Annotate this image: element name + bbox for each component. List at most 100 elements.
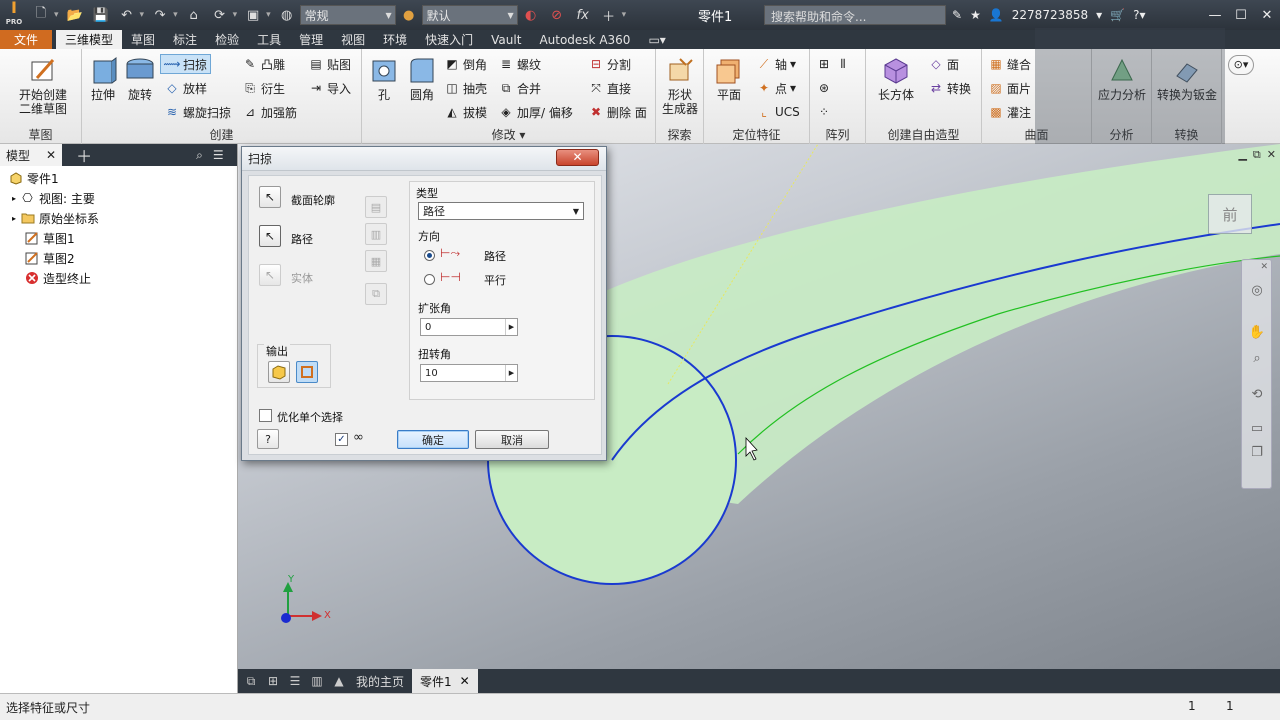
tab-part1[interactable]: 零件1 ✕: [412, 669, 478, 693]
derive-button[interactable]: ⎘ 衍生: [242, 78, 285, 98]
coil-button[interactable]: ≋ 螺旋扫掠: [164, 102, 231, 122]
close-icon[interactable]: ✕: [460, 674, 470, 688]
patch-button[interactable]: ▨ 面片: [988, 78, 1031, 98]
shape-generator-button[interactable]: 形状 生成器: [660, 55, 700, 116]
plane-button[interactable]: 平面: [708, 55, 750, 102]
stitch-button[interactable]: ▦ 缝合: [988, 54, 1031, 74]
tab-my-home[interactable]: 我的主页: [348, 669, 412, 693]
sculpt-button[interactable]: ▩ 灌注: [988, 102, 1031, 122]
pan-icon[interactable]: ✋: [1247, 322, 1267, 342]
direction-path-radio[interactable]: [424, 250, 435, 261]
join-icon[interactable]: ▤: [365, 196, 387, 218]
tab-view[interactable]: 视图: [332, 30, 374, 49]
solid-select-button[interactable]: ↖: [259, 264, 281, 286]
loft-button[interactable]: ◇ 放样: [164, 78, 207, 98]
star-icon[interactable]: ★: [970, 8, 981, 22]
emboss-button[interactable]: ✎ 凸雕: [242, 54, 285, 74]
sweep-button[interactable]: ⟿ 扫掠: [160, 54, 212, 74]
fillet-button[interactable]: 圆角: [404, 55, 440, 102]
clear-icon[interactable]: ⊘: [546, 4, 568, 26]
tab-list-up-icon[interactable]: ▲: [330, 672, 348, 690]
minimize-icon[interactable]: —: [1202, 8, 1228, 23]
new-solid-icon[interactable]: ⧉: [365, 283, 387, 305]
appearance-combo[interactable]: 默认 ▼: [421, 5, 518, 25]
split-button[interactable]: ⊟ 分割: [588, 54, 631, 74]
chamfer-button[interactable]: ◩ 倒角: [444, 54, 487, 74]
browser-tab-model[interactable]: 模型 ✕: [0, 144, 63, 166]
direction-parallel-radio[interactable]: [424, 274, 435, 285]
orbit-icon[interactable]: ⟲: [1247, 384, 1267, 404]
tab-vault[interactable]: Vault: [482, 30, 530, 49]
output-solid-button[interactable]: [268, 361, 290, 383]
draft-button[interactable]: ◭ 拔模: [444, 102, 487, 122]
import-button[interactable]: ⇥ 导入: [308, 78, 351, 98]
adjust-icon[interactable]: ◐: [520, 4, 542, 26]
chevron-down-icon[interactable]: ▾: [1096, 8, 1102, 22]
tab-manage[interactable]: 管理: [290, 30, 332, 49]
thicken-button[interactable]: ◈ 加厚/ 偏移: [498, 102, 572, 122]
tree-item-part[interactable]: 零件1: [8, 168, 59, 188]
rect-pattern-button[interactable]: ⊞ ⫴: [816, 54, 851, 74]
circ-pattern-button[interactable]: ⊛: [816, 78, 832, 98]
style-combo[interactable]: 常规 ▼: [299, 5, 396, 25]
tree-item-origin[interactable]: ▸ 原始坐标系: [12, 208, 99, 228]
tab-3d-model[interactable]: 三维模型: [56, 30, 123, 49]
tab-annotate[interactable]: 标注: [164, 30, 206, 49]
shell-button[interactable]: ◫ 抽壳: [444, 78, 487, 98]
delete-face-button[interactable]: ✖ 删除 面: [588, 102, 647, 122]
point-button[interactable]: ✦ 点 ▾: [756, 78, 796, 98]
tab-environment[interactable]: 环境: [374, 30, 416, 49]
home-icon[interactable]: ⌂: [183, 4, 205, 26]
type-select[interactable]: 路径 ▼: [418, 202, 584, 220]
dialog-titlebar[interactable]: 扫掠 ✕: [242, 147, 606, 171]
look-at-icon[interactable]: ▭: [1247, 418, 1267, 438]
select-icon[interactable]: ▣: [242, 4, 264, 26]
help-icon[interactable]: ?▾: [1133, 8, 1145, 22]
start-sketch-button[interactable]: 开始创建 二维草图: [10, 55, 76, 116]
minimize-icon[interactable]: ▁: [1238, 148, 1246, 162]
tree-item-view[interactable]: ▸ ⎔ 视图: 主要: [12, 188, 95, 208]
close-icon[interactable]: ✕: [1260, 262, 1268, 272]
dialog-close-button[interactable]: ✕: [556, 149, 599, 166]
ok-button[interactable]: 确定: [397, 430, 469, 449]
user-icon[interactable]: 👤: [989, 8, 1004, 22]
steering-wheel-icon[interactable]: ◎: [1247, 280, 1267, 300]
tree-item-sketch1[interactable]: 草图1: [24, 228, 75, 248]
tab-file[interactable]: 文件: [0, 30, 53, 49]
tab-a360[interactable]: Autodesk A360: [530, 30, 639, 49]
decal-button[interactable]: ▤ 贴图: [308, 54, 351, 74]
cut-icon[interactable]: ▥: [365, 223, 387, 245]
output-surface-button[interactable]: [296, 361, 318, 383]
direct-button[interactable]: ⤧ 直接: [588, 78, 631, 98]
ribbon-more-icon[interactable]: ⊙▾: [1228, 55, 1254, 75]
tree-item-sketch2[interactable]: 草图2: [24, 248, 75, 268]
ucs-button[interactable]: ⌞ UCS: [756, 102, 800, 122]
freeform-convert-button[interactable]: ⇄ 转换: [928, 78, 971, 98]
rib-button[interactable]: ⊿ 加强筋: [242, 102, 297, 122]
optimize-checkbox[interactable]: [259, 409, 272, 422]
fx-icon[interactable]: fx: [572, 4, 594, 26]
restore-icon[interactable]: ⧉: [1253, 148, 1261, 162]
twist-angle-input[interactable]: 10 ▶: [420, 364, 518, 382]
extrude-button[interactable]: 拉伸: [86, 55, 120, 102]
maximize-icon[interactable]: ☐: [1228, 8, 1254, 23]
material-icon[interactable]: ◍: [276, 4, 298, 26]
cart-icon[interactable]: 🛒: [1110, 8, 1125, 22]
tab-inspect[interactable]: 检验: [206, 30, 248, 49]
sketch-pattern-button[interactable]: ⁘: [816, 102, 832, 122]
tile-icon[interactable]: ⊞: [264, 672, 282, 690]
horizontal-tile-icon[interactable]: ☰: [286, 672, 304, 690]
thread-button[interactable]: ≣ 螺纹: [498, 54, 541, 74]
spin-arrow-icon[interactable]: ▶: [505, 365, 517, 381]
zoom-icon[interactable]: ⌕: [1247, 348, 1267, 368]
sign-icon[interactable]: ✎: [952, 8, 962, 22]
tab-sketch[interactable]: 草图: [122, 30, 164, 49]
preview-checkbox[interactable]: ✓: [335, 433, 348, 446]
profile-select-button[interactable]: ↖: [259, 186, 281, 208]
close-icon[interactable]: ✕: [1254, 8, 1280, 23]
axis-button[interactable]: ⟋ 轴 ▾: [756, 54, 796, 74]
tree-item-end-of-part[interactable]: 造型终止: [24, 268, 91, 288]
plus-icon[interactable]: ＋: [598, 4, 620, 26]
close-icon[interactable]: ✕: [1267, 148, 1276, 162]
freeform-face-button[interactable]: ◇ 面: [928, 54, 959, 74]
